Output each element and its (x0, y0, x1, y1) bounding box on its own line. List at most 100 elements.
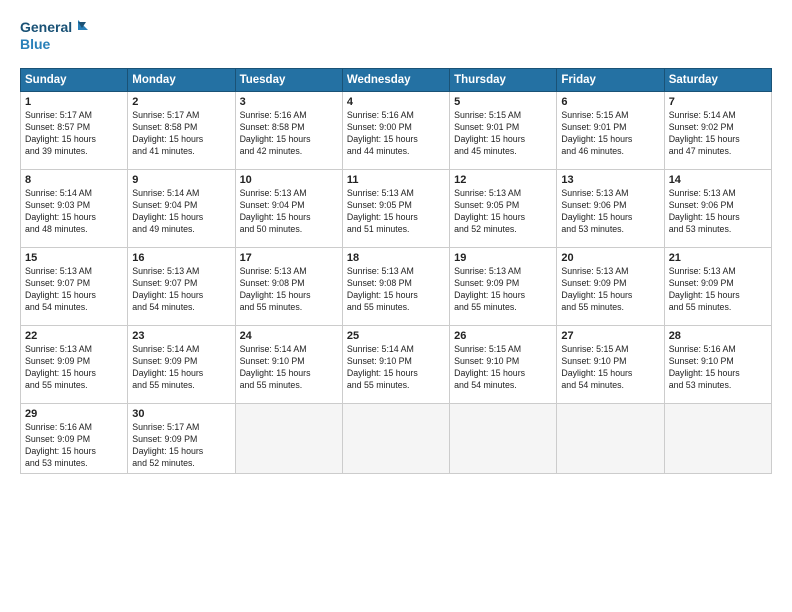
day-number: 17 (240, 252, 338, 264)
cell-details: Sunrise: 5:15 AM Sunset: 9:01 PM Dayligh… (561, 110, 659, 158)
calendar-cell: 3 Sunrise: 5:16 AM Sunset: 8:58 PM Daylig… (235, 92, 342, 170)
cell-details: Sunrise: 5:13 AM Sunset: 9:05 PM Dayligh… (347, 188, 445, 236)
cell-details: Sunrise: 5:16 AM Sunset: 9:00 PM Dayligh… (347, 110, 445, 158)
header-wednesday: Wednesday (342, 69, 449, 92)
calendar-table: SundayMondayTuesdayWednesdayThursdayFrid… (20, 68, 772, 474)
calendar-week-3: 15 Sunrise: 5:13 AM Sunset: 9:07 PM Dayli… (21, 248, 772, 326)
calendar-cell (664, 404, 771, 474)
cell-details: Sunrise: 5:16 AM Sunset: 9:10 PM Dayligh… (669, 344, 767, 392)
calendar-header-row: SundayMondayTuesdayWednesdayThursdayFrid… (21, 69, 772, 92)
cell-details: Sunrise: 5:13 AM Sunset: 9:04 PM Dayligh… (240, 188, 338, 236)
day-number: 24 (240, 330, 338, 342)
cell-details: Sunrise: 5:14 AM Sunset: 9:10 PM Dayligh… (347, 344, 445, 392)
calendar-cell: 30 Sunrise: 5:17 AM Sunset: 9:09 PM Dayli… (128, 404, 235, 474)
day-number: 23 (132, 330, 230, 342)
logo-svg: General Blue (20, 16, 90, 58)
day-number: 29 (25, 408, 123, 420)
day-number: 10 (240, 174, 338, 186)
calendar-cell: 11 Sunrise: 5:13 AM Sunset: 9:05 PM Dayli… (342, 170, 449, 248)
day-number: 18 (347, 252, 445, 264)
day-number: 11 (347, 174, 445, 186)
day-number: 8 (25, 174, 123, 186)
cell-details: Sunrise: 5:13 AM Sunset: 9:09 PM Dayligh… (561, 266, 659, 314)
cell-details: Sunrise: 5:14 AM Sunset: 9:10 PM Dayligh… (240, 344, 338, 392)
cell-details: Sunrise: 5:13 AM Sunset: 9:09 PM Dayligh… (669, 266, 767, 314)
day-number: 2 (132, 96, 230, 108)
cell-details: Sunrise: 5:17 AM Sunset: 8:57 PM Dayligh… (25, 110, 123, 158)
calendar-cell: 22 Sunrise: 5:13 AM Sunset: 9:09 PM Dayli… (21, 326, 128, 404)
calendar-cell: 17 Sunrise: 5:13 AM Sunset: 9:08 PM Dayli… (235, 248, 342, 326)
day-number: 20 (561, 252, 659, 264)
cell-details: Sunrise: 5:16 AM Sunset: 9:09 PM Dayligh… (25, 422, 123, 470)
header-sunday: Sunday (21, 69, 128, 92)
calendar-cell: 8 Sunrise: 5:14 AM Sunset: 9:03 PM Daylig… (21, 170, 128, 248)
calendar-cell: 28 Sunrise: 5:16 AM Sunset: 9:10 PM Dayli… (664, 326, 771, 404)
calendar-cell (557, 404, 664, 474)
calendar-cell: 14 Sunrise: 5:13 AM Sunset: 9:06 PM Dayli… (664, 170, 771, 248)
header-thursday: Thursday (450, 69, 557, 92)
cell-details: Sunrise: 5:17 AM Sunset: 9:09 PM Dayligh… (132, 422, 230, 470)
calendar-cell: 9Sunrise: 5:14 AM Sunset: 9:04 PM Daylig… (128, 170, 235, 248)
calendar-week-5: 29 Sunrise: 5:16 AM Sunset: 9:09 PM Dayli… (21, 404, 772, 474)
day-number: 25 (347, 330, 445, 342)
calendar-cell: 5Sunrise: 5:15 AM Sunset: 9:01 PM Daylig… (450, 92, 557, 170)
logo: General Blue (20, 16, 90, 58)
calendar-cell: 4 Sunrise: 5:16 AM Sunset: 9:00 PM Daylig… (342, 92, 449, 170)
cell-details: Sunrise: 5:13 AM Sunset: 9:06 PM Dayligh… (669, 188, 767, 236)
calendar-cell: 13Sunrise: 5:13 AM Sunset: 9:06 PM Dayli… (557, 170, 664, 248)
calendar-cell: 15 Sunrise: 5:13 AM Sunset: 9:07 PM Dayli… (21, 248, 128, 326)
day-number: 21 (669, 252, 767, 264)
day-number: 1 (25, 96, 123, 108)
cell-details: Sunrise: 5:13 AM Sunset: 9:08 PM Dayligh… (240, 266, 338, 314)
day-number: 6 (561, 96, 659, 108)
calendar-week-1: 1 Sunrise: 5:17 AM Sunset: 8:57 PM Daylig… (21, 92, 772, 170)
cell-details: Sunrise: 5:13 AM Sunset: 9:09 PM Dayligh… (25, 344, 123, 392)
calendar-cell: 25 Sunrise: 5:14 AM Sunset: 9:10 PM Dayli… (342, 326, 449, 404)
day-number: 30 (132, 408, 230, 420)
day-number: 4 (347, 96, 445, 108)
header-saturday: Saturday (664, 69, 771, 92)
cell-details: Sunrise: 5:14 AM Sunset: 9:02 PM Dayligh… (669, 110, 767, 158)
cell-details: Sunrise: 5:13 AM Sunset: 9:05 PM Dayligh… (454, 188, 552, 236)
day-number: 19 (454, 252, 552, 264)
day-number: 15 (25, 252, 123, 264)
calendar-cell: 6 Sunrise: 5:15 AM Sunset: 9:01 PM Daylig… (557, 92, 664, 170)
day-number: 9 (132, 174, 230, 186)
calendar-cell: 1 Sunrise: 5:17 AM Sunset: 8:57 PM Daylig… (21, 92, 128, 170)
calendar-cell: 18 Sunrise: 5:13 AM Sunset: 9:08 PM Dayli… (342, 248, 449, 326)
header-monday: Monday (128, 69, 235, 92)
cell-details: Sunrise: 5:17 AM Sunset: 8:58 PM Dayligh… (132, 110, 230, 158)
cell-details: Sunrise: 5:15 AM Sunset: 9:01 PM Dayligh… (454, 110, 552, 158)
page-header: General Blue (20, 16, 772, 58)
calendar-week-4: 22 Sunrise: 5:13 AM Sunset: 9:09 PM Dayli… (21, 326, 772, 404)
day-number: 16 (132, 252, 230, 264)
header-friday: Friday (557, 69, 664, 92)
calendar-cell: 16 Sunrise: 5:13 AM Sunset: 9:07 PM Dayli… (128, 248, 235, 326)
cell-details: Sunrise: 5:14 AM Sunset: 9:03 PM Dayligh… (25, 188, 123, 236)
calendar-cell: 21 Sunrise: 5:13 AM Sunset: 9:09 PM Dayli… (664, 248, 771, 326)
cell-details: Sunrise: 5:14 AM Sunset: 9:09 PM Dayligh… (132, 344, 230, 392)
cell-details: Sunrise: 5:13 AM Sunset: 9:07 PM Dayligh… (25, 266, 123, 314)
day-number: 7 (669, 96, 767, 108)
calendar-cell: 7 Sunrise: 5:14 AM Sunset: 9:02 PM Daylig… (664, 92, 771, 170)
calendar-cell: 10 Sunrise: 5:13 AM Sunset: 9:04 PM Dayli… (235, 170, 342, 248)
day-number: 14 (669, 174, 767, 186)
day-number: 28 (669, 330, 767, 342)
calendar-cell: 29 Sunrise: 5:16 AM Sunset: 9:09 PM Dayli… (21, 404, 128, 474)
day-number: 3 (240, 96, 338, 108)
calendar-cell: 23 Sunrise: 5:14 AM Sunset: 9:09 PM Dayli… (128, 326, 235, 404)
svg-text:General: General (20, 19, 72, 35)
calendar-cell (235, 404, 342, 474)
calendar-cell: 12 Sunrise: 5:13 AM Sunset: 9:05 PM Dayli… (450, 170, 557, 248)
cell-details: Sunrise: 5:13 AM Sunset: 9:08 PM Dayligh… (347, 266, 445, 314)
calendar-cell: 20 Sunrise: 5:13 AM Sunset: 9:09 PM Dayli… (557, 248, 664, 326)
cell-details: Sunrise: 5:15 AM Sunset: 9:10 PM Dayligh… (454, 344, 552, 392)
calendar-cell (342, 404, 449, 474)
day-number: 22 (25, 330, 123, 342)
header-tuesday: Tuesday (235, 69, 342, 92)
calendar-cell: 26Sunrise: 5:15 AM Sunset: 9:10 PM Dayli… (450, 326, 557, 404)
calendar-cell: 2 Sunrise: 5:17 AM Sunset: 8:58 PM Daylig… (128, 92, 235, 170)
day-number: 12 (454, 174, 552, 186)
cell-details: Sunrise: 5:16 AM Sunset: 8:58 PM Dayligh… (240, 110, 338, 158)
cell-details: Sunrise: 5:13 AM Sunset: 9:07 PM Dayligh… (132, 266, 230, 314)
